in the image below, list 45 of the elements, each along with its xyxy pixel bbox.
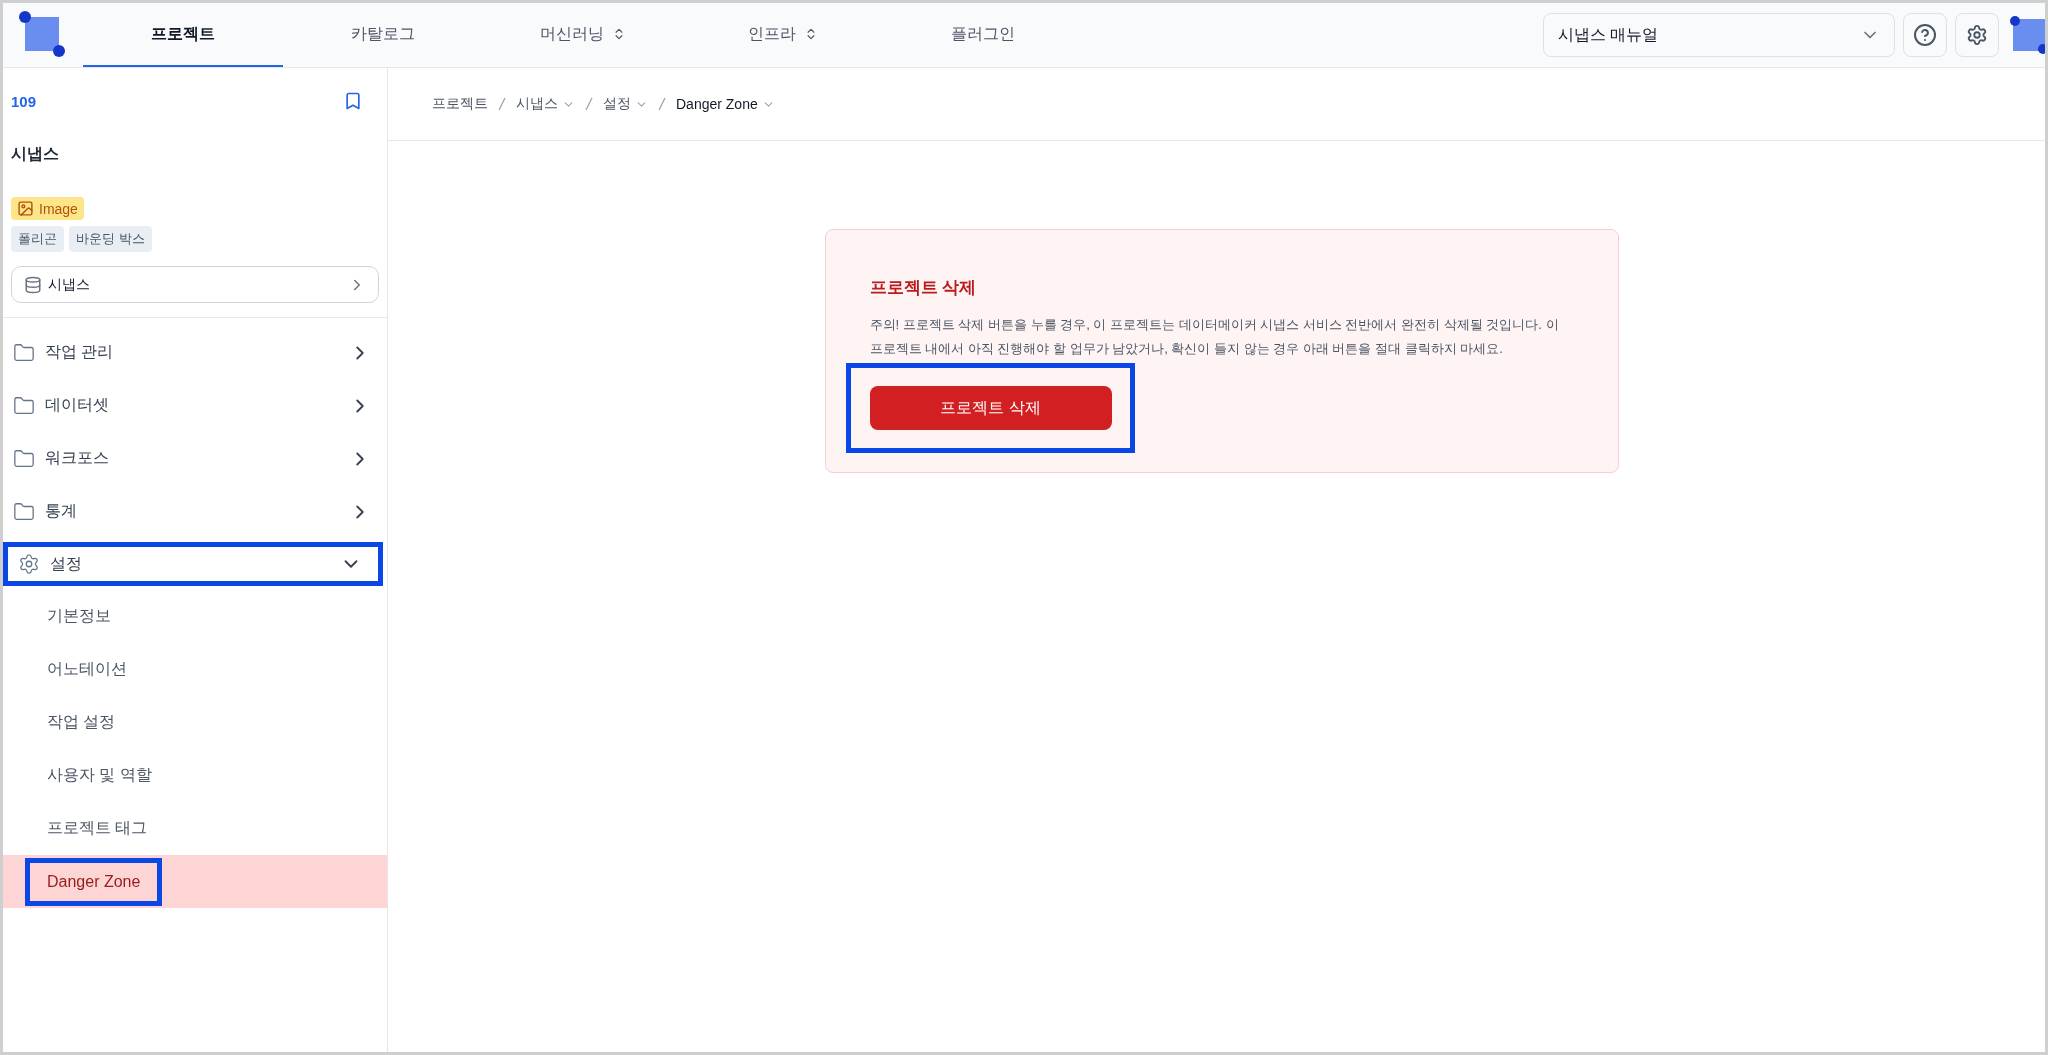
- annotation-tag: 폴리곤: [11, 226, 64, 252]
- help-button[interactable]: [1903, 13, 1947, 57]
- sidebar-subitem[interactable]: 기본정보: [47, 606, 111, 627]
- breadcrumb-link[interactable]: 프로젝트: [432, 95, 488, 113]
- settings-icon: [18, 553, 40, 575]
- delete-project-button[interactable]: 프로젝트 삭제: [869, 386, 1112, 430]
- sidebar-subitem[interactable]: 사용자 및 역할: [47, 765, 152, 786]
- slash-separator-icon: [498, 97, 506, 111]
- help-icon: [1913, 23, 1937, 47]
- sidebar-subitem[interactable]: 어노테이션: [47, 659, 127, 680]
- annotation-tag: 바운딩 박스: [69, 226, 152, 252]
- folder-icon: [13, 394, 35, 417]
- sidebar-subitem[interactable]: 프로젝트 태그: [47, 818, 148, 839]
- slash-separator-icon: [658, 97, 666, 111]
- warning-message: 주의! 프로젝트 삭제 버튼을 누를 경우, 이 프로젝트는 데이터메이커 시냅스 서비스 전반에서 완전히 삭제될 것입니다. 이 프로젝트 내에서 아직 진행해야 할 업무가 남았거나, 확신이 들지 않는 경우 아래 버튼을 절대 클릭하지 마세요.: [869, 316, 1560, 358]
- nav-tab[interactable]: 카탈로그: [283, 3, 483, 67]
- sidebar-subitem[interactable]: Danger Zone: [25, 857, 163, 906]
- sidebar-item[interactable]: 작업 관리: [3, 326, 387, 379]
- nav-tab[interactable]: 플러그인: [883, 3, 1083, 67]
- sidebar-item[interactable]: 데이터셋: [3, 379, 387, 432]
- database-icon: [24, 275, 42, 294]
- image-icon: [17, 200, 34, 217]
- folder-icon: [13, 341, 35, 364]
- nav-tab[interactable]: 인프라: [683, 3, 883, 67]
- breadcrumb-link[interactable]: 설정: [603, 95, 648, 113]
- project-id: 109: [11, 92, 37, 110]
- nav-tab[interactable]: 프로젝트: [83, 3, 283, 67]
- nav-tab[interactable]: 머신러닝: [483, 3, 683, 67]
- breadcrumb-link[interactable]: Danger Zone: [676, 96, 775, 112]
- sidebar-subitem[interactable]: 작업 설정: [47, 712, 116, 733]
- bookmark-icon[interactable]: [343, 91, 363, 111]
- slash-separator-icon: [585, 97, 593, 111]
- data-type-tag: Image: [11, 197, 84, 220]
- breadcrumb-link[interactable]: 시냅스: [516, 95, 575, 113]
- settings-icon: [1966, 24, 1988, 46]
- card-title: 프로젝트 삭제: [869, 277, 977, 299]
- folder-icon: [13, 500, 35, 523]
- manual-select[interactable]: 시냅스 매뉴얼: [1543, 13, 1895, 57]
- sidebar-item[interactable]: 설정: [3, 542, 383, 586]
- folder-icon: [13, 447, 35, 470]
- dataset-selector[interactable]: 시냅스: [11, 266, 379, 303]
- sidebar-item[interactable]: 워크포스: [3, 432, 387, 485]
- project-name: 시냅스: [11, 144, 60, 164]
- settings-button[interactable]: [1955, 13, 1999, 57]
- sidebar-item[interactable]: 통계: [3, 485, 387, 538]
